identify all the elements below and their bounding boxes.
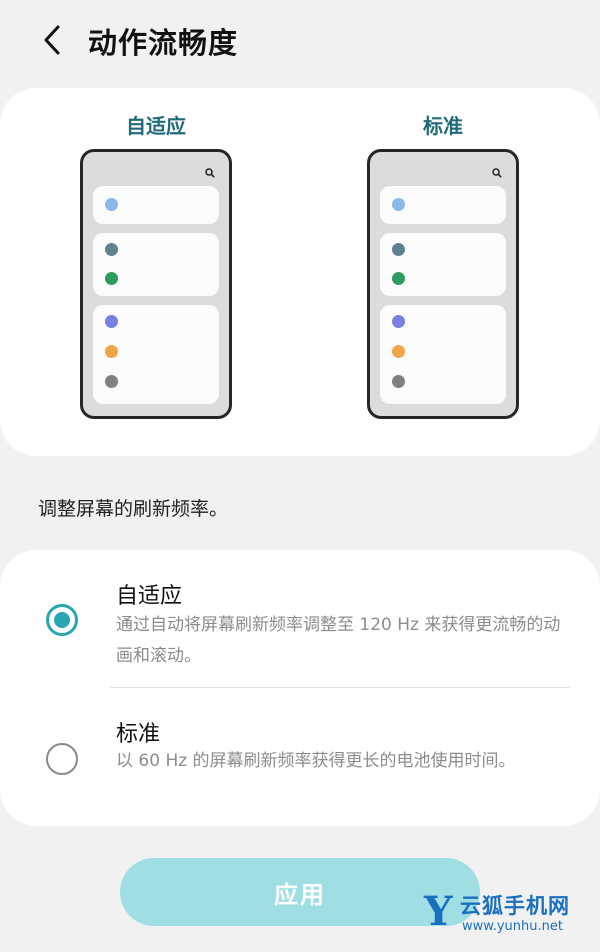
watermark-logo: Y xyxy=(424,888,453,935)
phone-card xyxy=(93,186,219,224)
dot-icon xyxy=(392,375,405,388)
search-icon xyxy=(205,168,215,178)
preview-label-standard: 标准 xyxy=(423,114,463,138)
phone-card xyxy=(380,186,506,224)
dot-icon xyxy=(105,315,118,328)
option-standard[interactable]: 标准 以 60 Hz 的屏幕刷新频率获得更长的电池使用时间。 xyxy=(0,688,600,826)
dot-icon xyxy=(105,375,118,388)
dot-icon xyxy=(392,315,405,328)
phone-card xyxy=(380,305,506,404)
watermark: Y 云狐手机网 www.yunhu.net xyxy=(424,886,600,952)
dot-icon xyxy=(105,243,118,256)
search-icon xyxy=(492,168,502,178)
option-title: 标准 xyxy=(116,722,161,747)
page-title: 动作流畅度 xyxy=(88,26,239,60)
option-description: 以 60 Hz 的屏幕刷新频率获得更长的电池使用时间。 xyxy=(116,751,516,771)
refresh-rate-options: 自适应 通过自动将屏幕刷新频率调整至 120 Hz 来获得更流畅的动画和滚动。 … xyxy=(0,550,600,826)
back-button[interactable] xyxy=(32,18,72,62)
dot-icon xyxy=(105,272,118,285)
chevron-left-icon xyxy=(44,25,60,55)
dot-icon xyxy=(392,198,405,211)
dot-icon xyxy=(105,198,118,211)
option-title: 自适应 xyxy=(116,584,183,609)
dot-icon xyxy=(392,272,405,285)
app-header: 动作流畅度 xyxy=(0,0,600,82)
preview-card: 自适应 标准 xyxy=(0,88,600,456)
option-description: 通过自动将屏幕刷新频率调整至 120 Hz 来获得更流畅的动画和滚动。 xyxy=(116,615,561,666)
dot-icon xyxy=(392,243,405,256)
phone-card xyxy=(380,233,506,296)
radio-button[interactable] xyxy=(46,743,78,775)
watermark-name: 云狐手机网 xyxy=(460,894,570,918)
phone-card xyxy=(93,233,219,296)
option-adaptive[interactable]: 自适应 通过自动将屏幕刷新频率调整至 120 Hz 来获得更流畅的动画和滚动。 xyxy=(0,550,600,688)
preview-label-adaptive: 自适应 xyxy=(126,114,186,138)
watermark-url: www.yunhu.net xyxy=(462,919,563,934)
phone-illustration xyxy=(80,149,232,419)
phone-illustration xyxy=(367,149,519,419)
dot-icon xyxy=(392,345,405,358)
radio-button-selected[interactable] xyxy=(46,604,78,636)
section-description: 调整屏幕的刷新频率。 xyxy=(38,498,229,520)
phone-card xyxy=(93,305,219,404)
dot-icon xyxy=(105,345,118,358)
